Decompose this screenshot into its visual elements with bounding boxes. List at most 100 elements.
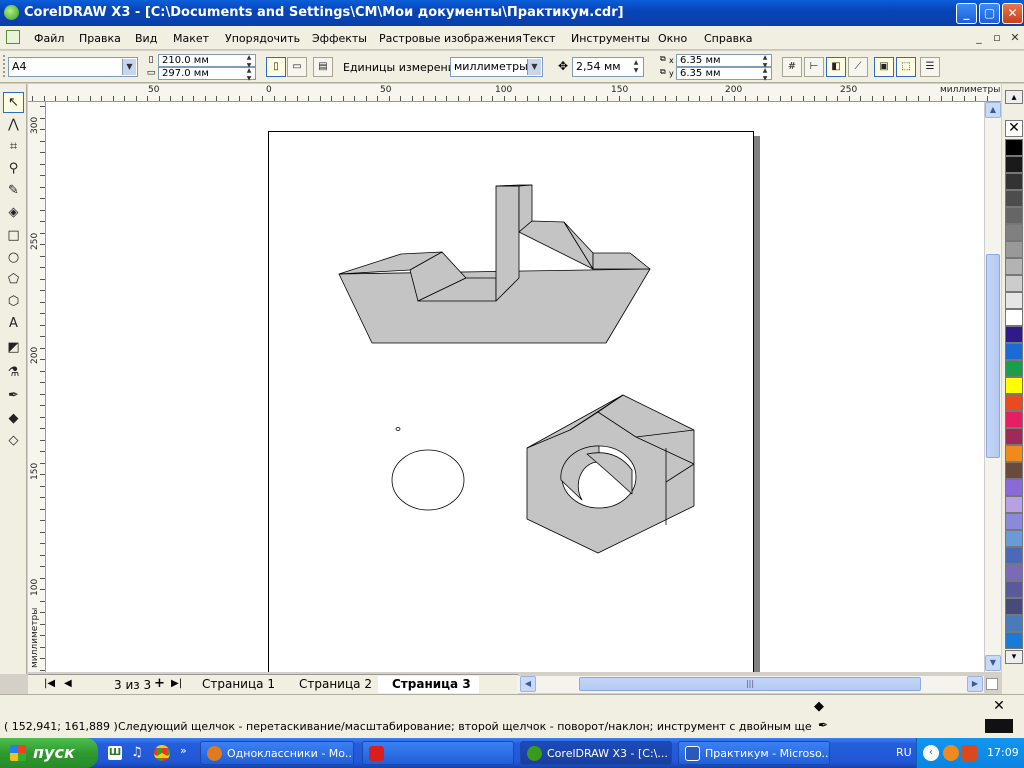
- scroll-down-button[interactable]: ▼: [985, 655, 1001, 671]
- vertical-scrollbar[interactable]: ▲ ▼: [984, 102, 1001, 672]
- color-swatch[interactable]: [1005, 156, 1023, 173]
- dup-y-spinner[interactable]: ▲ ▼: [760, 67, 770, 83]
- doc-restore-button[interactable]: ▫: [990, 31, 1004, 45]
- color-swatch[interactable]: [1005, 598, 1023, 615]
- color-swatch[interactable]: [1005, 275, 1023, 292]
- no-fill-swatch[interactable]: ✕: [1005, 120, 1023, 137]
- color-swatch[interactable]: [1005, 224, 1023, 241]
- task-coreldraw[interactable]: CorelDRAW X3 - [C:\...: [520, 741, 672, 765]
- quicklaunch-media-icon[interactable]: ♫: [131, 745, 143, 760]
- options-button[interactable]: ☰: [920, 57, 940, 77]
- color-swatch[interactable]: [1005, 241, 1023, 258]
- quicklaunch-more-icon[interactable]: »: [180, 744, 187, 757]
- maximize-button[interactable]: ▢: [979, 3, 1000, 24]
- scroll-right-button[interactable]: ▶: [967, 676, 983, 692]
- eyedropper-tool-icon[interactable]: ⚗: [3, 362, 24, 383]
- color-swatch[interactable]: [1005, 564, 1023, 581]
- interactive-tool-icon[interactable]: ◩: [3, 337, 24, 358]
- task-odnoklassniki[interactable]: Одноклассники - Mo...: [200, 741, 354, 765]
- menu-window[interactable]: Окно: [658, 32, 687, 45]
- color-swatch[interactable]: [1005, 139, 1023, 156]
- ellipse-tool-icon[interactable]: ○: [3, 247, 24, 268]
- zoom-tool-icon[interactable]: ⚲: [3, 158, 24, 179]
- basic-shapes-tool-icon[interactable]: ⬡: [3, 291, 24, 312]
- horizontal-ruler[interactable]: 50 0 50 100 150 200 250 миллиметры: [28, 84, 1001, 102]
- color-swatch[interactable]: [1005, 411, 1023, 428]
- color-swatch[interactable]: [1005, 343, 1023, 360]
- color-swatch[interactable]: [1005, 445, 1023, 462]
- color-swatch[interactable]: [1005, 360, 1023, 377]
- color-swatch[interactable]: [1005, 530, 1023, 547]
- document-icon[interactable]: [6, 30, 20, 44]
- menu-effects[interactable]: Эффекты: [312, 32, 367, 45]
- color-swatch[interactable]: [1005, 258, 1023, 275]
- coreldraw-app-icon[interactable]: [4, 5, 19, 20]
- small-node[interactable]: [395, 427, 401, 431]
- chevron-down-icon[interactable]: ▼: [122, 59, 136, 75]
- tab-page-2[interactable]: Страница 2: [285, 676, 380, 693]
- landscape-button[interactable]: ▭: [287, 57, 307, 77]
- paper-height-input[interactable]: 297.0 мм: [158, 67, 256, 80]
- ship-shape[interactable]: [338, 184, 651, 344]
- color-swatch[interactable]: [1005, 190, 1023, 207]
- no-fill-indicator[interactable]: ✕: [985, 699, 1013, 715]
- palette-menu-button[interactable]: ▴: [1005, 90, 1023, 104]
- tray-expand-icon[interactable]: ‹: [923, 745, 939, 761]
- tray-app-icon[interactable]: [943, 745, 959, 761]
- color-swatch[interactable]: [1005, 547, 1023, 564]
- duplicate-y-input[interactable]: 6.35 мм: [676, 67, 772, 80]
- scroll-up-button[interactable]: ▲: [985, 102, 1001, 118]
- paper-width-input[interactable]: 210.0 мм: [158, 54, 256, 67]
- task-app-red[interactable]: [362, 741, 514, 765]
- height-spinner[interactable]: ▲ ▼: [244, 67, 254, 83]
- dynamic-guides-button[interactable]: ⟋: [848, 57, 868, 77]
- color-swatch[interactable]: [1005, 581, 1023, 598]
- start-button[interactable]: пуск: [0, 738, 98, 768]
- minimize-button[interactable]: _: [956, 3, 977, 24]
- fill-tool-icon[interactable]: ◆: [3, 408, 24, 429]
- menu-bitmaps[interactable]: Растровые изображения: [379, 32, 522, 45]
- color-swatch[interactable]: [1005, 309, 1023, 326]
- horizontal-scroll-thumb[interactable]: |||: [579, 677, 921, 691]
- horizontal-scrollbar[interactable]: ◀ ||| ▶: [517, 676, 984, 693]
- color-swatch[interactable]: [1005, 479, 1023, 496]
- text-tool-icon[interactable]: A: [3, 313, 24, 334]
- close-button[interactable]: ✕: [1002, 3, 1023, 24]
- color-swatch[interactable]: [1005, 207, 1023, 224]
- rectangle-tool-icon[interactable]: □: [3, 225, 24, 246]
- ellipse-shape[interactable]: [391, 449, 465, 511]
- outline-tool-icon[interactable]: ✒: [3, 385, 24, 406]
- color-swatch[interactable]: [1005, 428, 1023, 445]
- freehand-tool-icon[interactable]: ✎: [3, 180, 24, 201]
- color-swatch[interactable]: [1005, 292, 1023, 309]
- color-swatch[interactable]: [1005, 496, 1023, 513]
- vertical-ruler[interactable]: 300 250 200 150 100 миллиметры: [28, 102, 46, 672]
- drawing-canvas[interactable]: [46, 102, 984, 672]
- crop-tool-icon[interactable]: ⌗: [3, 136, 24, 157]
- color-swatch[interactable]: [1005, 462, 1023, 479]
- duplicate-x-input[interactable]: 6.35 мм: [676, 54, 772, 67]
- snap-to-guidelines-button[interactable]: ⊢: [804, 57, 824, 77]
- nudge-spinner[interactable]: ▲ ▼: [631, 59, 641, 75]
- menu-edit[interactable]: Правка: [79, 32, 121, 45]
- last-page-button[interactable]: ▶|: [171, 678, 182, 689]
- color-swatch[interactable]: [1005, 513, 1023, 530]
- color-swatch[interactable]: [1005, 173, 1023, 190]
- color-swatch[interactable]: [1005, 394, 1023, 411]
- color-swatch[interactable]: [1005, 326, 1023, 343]
- chevron-down-icon[interactable]: ▼: [527, 59, 541, 75]
- snap-to-grid-button[interactable]: #: [782, 57, 802, 77]
- prev-page-button[interactable]: ◀: [64, 678, 72, 689]
- menu-arrange[interactable]: Упорядочить: [225, 32, 300, 45]
- chrome-icon[interactable]: [154, 745, 170, 761]
- add-page-button[interactable]: +: [154, 676, 165, 691]
- task-word[interactable]: Практикум - Microso...: [678, 741, 830, 765]
- tab-page-1[interactable]: Страница 1: [188, 676, 283, 693]
- draw-page-frame-button[interactable]: ⬚: [896, 57, 916, 77]
- color-swatch[interactable]: [1005, 632, 1023, 649]
- language-indicator[interactable]: RU: [896, 746, 912, 759]
- tab-page-3[interactable]: Страница 3: [378, 676, 479, 693]
- apply-all-pages-button[interactable]: ▤: [313, 57, 333, 77]
- menu-file[interactable]: Файл: [34, 32, 64, 45]
- scroll-left-button[interactable]: ◀: [520, 676, 536, 692]
